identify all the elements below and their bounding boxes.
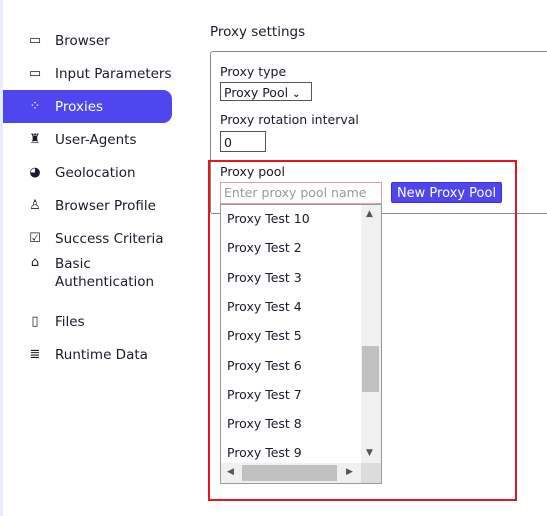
- sidebar-item-geolocation[interactable]: ◕ Geolocation: [3, 156, 172, 189]
- rotation-interval-label: Proxy rotation interval: [220, 112, 359, 127]
- sidebar-item-label: Proxies: [55, 98, 104, 115]
- vertical-scroll-thumb[interactable]: [362, 346, 379, 392]
- sidebar-item-runtime-data[interactable]: ≣ Runtime Data: [3, 338, 172, 371]
- file-icon: ▯: [31, 314, 39, 329]
- sidebar-item-basic-authentication[interactable]: ⌂ Basic Authentication: [3, 255, 172, 295]
- sidebar-item-label: Basic Authentication: [55, 256, 155, 290]
- proxy-pool-option[interactable]: Proxy Test 6: [227, 358, 302, 373]
- globe-icon: ◕: [29, 165, 41, 180]
- proxy-pool-option[interactable]: Proxy Test 10: [227, 211, 310, 226]
- user-profile-icon: ♙: [29, 198, 41, 213]
- browser-window-icon: ▭: [28, 33, 42, 48]
- sidebar-item-browser[interactable]: ▭ Browser: [3, 24, 172, 57]
- new-proxy-pool-button[interactable]: New Proxy Pool: [391, 182, 502, 203]
- sidebar-item-success-criteria[interactable]: ☑ Success Criteria: [3, 222, 172, 255]
- rotation-interval-input[interactable]: 0: [220, 131, 266, 152]
- sidebar-item-label: Runtime Data: [55, 346, 148, 363]
- sidebar-item-label: Browser Profile: [55, 197, 156, 214]
- sidebar-item-label: User-Agents: [55, 131, 137, 148]
- proxy-pool-label: Proxy pool: [220, 164, 285, 179]
- proxy-pool-option[interactable]: Proxy Test 4: [227, 299, 302, 314]
- scroll-up-icon[interactable]: ▲: [366, 209, 373, 219]
- sidebar-item-browser-profile[interactable]: ♙ Browser Profile: [3, 189, 172, 222]
- sidebar-item-user-agents[interactable]: ♜ User-Agents: [3, 123, 172, 156]
- clipboard-check-icon: ☑: [29, 231, 41, 246]
- sidebar-item-label: Success Criteria: [55, 230, 164, 247]
- scrollbar-corner: [361, 463, 381, 483]
- proxy-pool-option[interactable]: Proxy Test 2: [227, 240, 302, 255]
- sidebar-item-proxies[interactable]: ⁘ Proxies: [3, 90, 172, 123]
- proxy-pool-option[interactable]: Proxy Test 7: [227, 387, 302, 402]
- page-title: Proxy settings: [210, 24, 306, 40]
- vertical-scrollbar[interactable]: ▲ ▼: [361, 205, 381, 464]
- network-nodes-icon: ⁘: [29, 99, 41, 114]
- sidebar-item-label: Files: [55, 313, 85, 330]
- input-field-icon: ▭: [28, 66, 42, 81]
- proxy-pool-dropdown[interactable]: Proxy Test 9 Proxy Test 8 Proxy Test 7 Prox…: [220, 204, 382, 484]
- sidebar-item-label: Browser: [55, 32, 110, 49]
- proxy-pool-option[interactable]: Proxy Test 8: [227, 416, 302, 431]
- horizontal-scroll-thumb[interactable]: [242, 465, 337, 481]
- chevron-down-icon: ⌄: [292, 89, 301, 100]
- scroll-down-icon[interactable]: ▼: [366, 448, 373, 458]
- proxy-pool-input[interactable]: Enter proxy pool name: [220, 182, 382, 204]
- scroll-left-icon[interactable]: ◀: [227, 467, 234, 477]
- horizontal-scrollbar[interactable]: ◀ ▶: [221, 463, 361, 483]
- unlock-icon: ⌂: [30, 255, 40, 270]
- proxy-pool-option[interactable]: Proxy Test 5: [227, 328, 302, 343]
- sidebar-item-files[interactable]: ▯ Files: [3, 305, 172, 338]
- proxy-type-value: Proxy Pool: [224, 85, 289, 100]
- proxy-type-select[interactable]: Proxy Pool ⌄: [220, 82, 312, 101]
- scroll-right-icon[interactable]: ▶: [346, 467, 353, 477]
- sidebar-item-label: Input Parameters: [55, 65, 172, 82]
- user-agent-icon: ♜: [29, 132, 41, 147]
- proxy-pool-option[interactable]: Proxy Test 3: [227, 270, 302, 285]
- sidebar-item-input-parameters[interactable]: ▭ Input Parameters: [3, 57, 172, 90]
- proxy-type-label: Proxy type: [220, 64, 287, 79]
- sidebar-item-label: Geolocation: [55, 164, 136, 181]
- proxy-pool-option[interactable]: Proxy Test 9: [227, 445, 302, 460]
- database-icon: ≣: [29, 347, 41, 362]
